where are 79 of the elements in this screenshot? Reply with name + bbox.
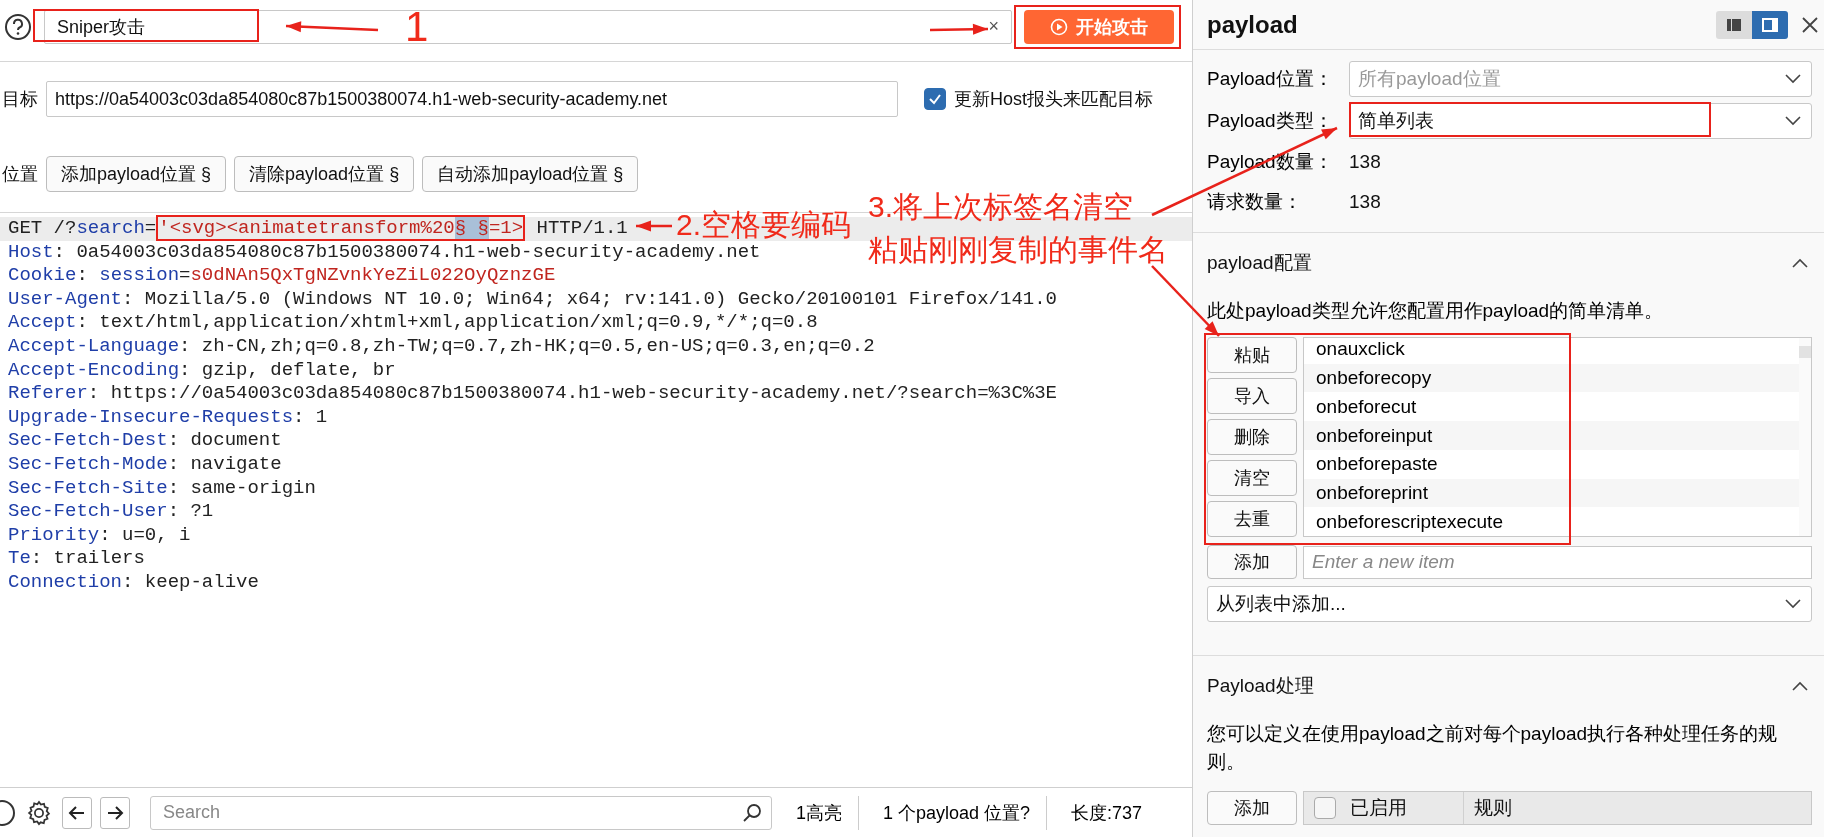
layout-toggle[interactable] bbox=[1752, 10, 1788, 39]
request-line: Sec-Fetch-Site: same-origin bbox=[8, 476, 316, 499]
update-host-label: 更新Host报头来匹配目标 bbox=[954, 88, 1153, 111]
clear-button[interactable]: × bbox=[988, 16, 999, 37]
scrollbar-thumb[interactable] bbox=[1799, 346, 1811, 358]
payload-item[interactable]: onbeforeinput bbox=[1304, 421, 1799, 450]
payload-item[interactable]: onbeforecopy bbox=[1304, 363, 1799, 393]
add-from-list-select[interactable]: 从列表中添加... bbox=[1207, 586, 1812, 622]
payload-position-count: 1 个payload 位置? bbox=[867, 795, 1048, 830]
panel-layout-icon bbox=[1762, 17, 1778, 32]
search-icon[interactable] bbox=[742, 802, 762, 823]
request-line: Host: 0a54003c03da854080c87b1500380074.h1-web-security-academy.net bbox=[8, 240, 761, 263]
request-line: Referer: https://0a54003c03da854080c87b1500380074.h1-web-security-academy.net/?search=%3C%3E bbox=[8, 382, 1057, 405]
target-url-field[interactable]: https://0a54003c03da854080c87b1500380074.h1-web-security-academy.net bbox=[46, 81, 898, 117]
new-item-field[interactable]: Enter a new item bbox=[1303, 545, 1812, 579]
request-line: Accept: text/html,application/xhtml+xml,application/xml;q=0.9,*/*;q=0.8 bbox=[8, 311, 818, 334]
play-icon bbox=[1050, 17, 1068, 36]
list-button[interactable]: 删除 bbox=[1207, 419, 1297, 455]
length-label: 长度:737 bbox=[1070, 801, 1144, 825]
add-button[interactable]: 添加 bbox=[1207, 791, 1297, 825]
section-description: 此处payload类型允许您配置用作payload的简单清单。 bbox=[1207, 299, 1665, 323]
help-icon[interactable] bbox=[4, 12, 32, 41]
annotation-arrow bbox=[636, 220, 672, 232]
back-button[interactable] bbox=[62, 796, 92, 829]
payload-select[interactable]: 简单列表 bbox=[1349, 103, 1812, 139]
request-line: Cookie: session=s0dNAn5QxTgNZvnkYeZiL022OyQznzGE bbox=[8, 264, 556, 287]
panel-layout-icon bbox=[1726, 17, 1742, 32]
request-line: Accept-Encoding: gzip, deflate, br bbox=[8, 358, 396, 381]
annotation-text: 粘贴刚刚复制的事件名 bbox=[868, 235, 1168, 265]
list-button[interactable]: 粘贴 bbox=[1207, 337, 1297, 373]
close-icon[interactable] bbox=[1802, 16, 1818, 33]
target-url: https://0a54003c03da854080c87b1500380074.h1-web-security-academy.net bbox=[55, 88, 668, 110]
section-description: 您可以定义在使用payload之前对每个payload执行各种处理任务的规则。 bbox=[1207, 722, 1779, 774]
annotation-text: 2.空格要编码 bbox=[676, 210, 852, 240]
field-value: 138 bbox=[1349, 191, 1381, 213]
payload-item[interactable]: onbeforeprint bbox=[1304, 478, 1799, 508]
request-line: Upgrade-Insecure-Requests: 1 bbox=[8, 405, 328, 428]
field-value: 138 bbox=[1349, 151, 1381, 173]
list-button[interactable]: 去重 bbox=[1207, 501, 1297, 537]
chevron-down-icon[interactable] bbox=[1785, 116, 1801, 126]
layout-toggle[interactable] bbox=[1716, 10, 1752, 39]
add-button[interactable]: 添加 bbox=[1207, 545, 1297, 579]
request-line: Sec-Fetch-Dest: document bbox=[8, 429, 282, 452]
list-button[interactable]: 导入 bbox=[1207, 378, 1297, 414]
annotation-text: 3.将上次标签名清空 bbox=[868, 192, 1134, 222]
check-icon bbox=[928, 92, 942, 106]
forward-button[interactable] bbox=[100, 796, 130, 829]
chevron-up-icon[interactable] bbox=[1792, 258, 1808, 268]
select-all-checkbox[interactable] bbox=[1314, 797, 1336, 819]
request-line: Connection: keep-alive bbox=[8, 570, 259, 593]
request-line: Te: trailers bbox=[8, 547, 145, 570]
position-button[interactable]: 清除payload位置 § bbox=[234, 156, 415, 192]
column-header: 规则 bbox=[1474, 796, 1512, 820]
highlight-count: 1高亮 bbox=[780, 795, 859, 830]
section-title: payload配置 bbox=[1207, 251, 1312, 275]
positions-label: 位置 bbox=[2, 163, 38, 186]
field-label: 请求数量： bbox=[1207, 190, 1303, 214]
attack-type-value: Sniper攻击 bbox=[57, 15, 146, 39]
request-line: Sec-Fetch-Mode: navigate bbox=[8, 452, 282, 475]
search-field[interactable]: Search bbox=[150, 795, 772, 830]
request-line: Sec-Fetch-User: ?1 bbox=[8, 500, 214, 523]
target-label: 目标 bbox=[2, 88, 38, 111]
annotation-arrow bbox=[929, 23, 989, 35]
field-label: Payload位置： bbox=[1207, 67, 1334, 91]
panel-title: payload bbox=[1207, 10, 1298, 39]
help-icon[interactable] bbox=[0, 797, 16, 828]
chevron-down-icon[interactable] bbox=[1785, 599, 1801, 609]
chevron-up-icon[interactable] bbox=[1792, 681, 1808, 691]
list-button[interactable]: 清空 bbox=[1207, 460, 1297, 496]
update-host-checkbox[interactable] bbox=[924, 88, 946, 110]
position-button[interactable]: 添加payload位置 § bbox=[46, 156, 227, 192]
request-line: Accept-Language: zh-CN,zh;q=0.8,zh-TW;q=0.7,zh-HK;q=0.5,en-US;q=0.3,en;q=0.2 bbox=[8, 334, 875, 357]
request-line: GET /?search='<svg><animatetransform%20§ §=1> HTTP/1.1 bbox=[8, 215, 628, 241]
column-header: 已启用 bbox=[1350, 796, 1407, 820]
request-line: Priority: u=0, i bbox=[8, 523, 191, 546]
section-title: Payload处理 bbox=[1207, 674, 1314, 698]
field-label: Payload类型： bbox=[1207, 109, 1334, 133]
request-line: User-Agent: Mozilla/5.0 (Windows NT 10.0; Win64; x64; rv:141.0) Gecko/20100101 Firefox/141.0 bbox=[8, 287, 1057, 310]
position-button[interactable]: 自动添加payload位置 § bbox=[422, 156, 639, 192]
